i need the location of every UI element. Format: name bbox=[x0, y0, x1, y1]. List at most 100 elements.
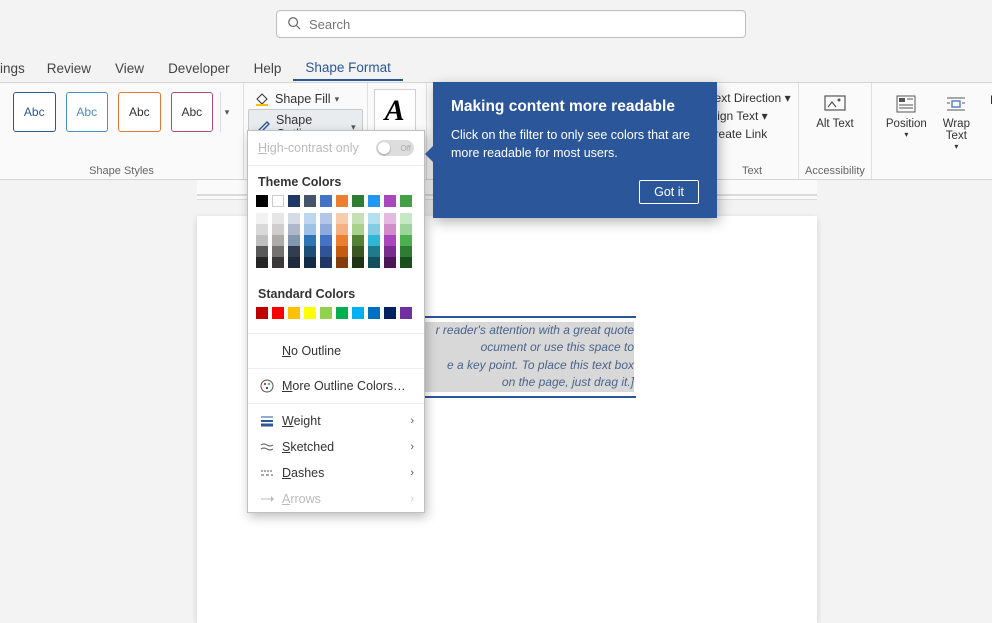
color-swatch[interactable] bbox=[400, 224, 412, 235]
color-swatch[interactable] bbox=[256, 213, 268, 224]
color-swatch[interactable] bbox=[384, 224, 396, 235]
color-swatch[interactable] bbox=[304, 235, 316, 246]
color-swatch[interactable] bbox=[304, 213, 316, 224]
dashes-item[interactable]: Dashes › bbox=[248, 460, 424, 486]
color-swatch[interactable] bbox=[320, 257, 332, 268]
color-swatch[interactable] bbox=[384, 257, 396, 268]
tab-help[interactable]: Help bbox=[242, 57, 294, 80]
color-swatch[interactable] bbox=[272, 307, 284, 319]
wordart-style[interactable]: A bbox=[374, 89, 416, 133]
color-swatch[interactable] bbox=[368, 246, 380, 257]
color-swatch[interactable] bbox=[384, 307, 396, 319]
weight-item[interactable]: Weight › bbox=[248, 408, 424, 434]
color-swatch[interactable] bbox=[336, 257, 348, 268]
tab-cut[interactable]: ings bbox=[0, 57, 35, 80]
tab-review[interactable]: Review bbox=[35, 57, 103, 80]
shape-style-4[interactable]: Abc bbox=[171, 92, 214, 132]
color-swatch[interactable] bbox=[256, 224, 268, 235]
color-swatch[interactable] bbox=[336, 213, 348, 224]
color-swatch[interactable] bbox=[336, 195, 348, 207]
color-swatch[interactable] bbox=[272, 195, 284, 207]
color-swatch[interactable] bbox=[320, 307, 332, 319]
textbox-quote[interactable]: r reader's attention with a great quote … bbox=[418, 316, 636, 398]
color-swatch[interactable] bbox=[320, 213, 332, 224]
color-swatch[interactable] bbox=[400, 257, 412, 268]
shape-styles-more[interactable]: ▾ bbox=[220, 92, 233, 132]
color-swatch[interactable] bbox=[400, 235, 412, 246]
color-swatch[interactable] bbox=[288, 213, 300, 224]
tab-view[interactable]: View bbox=[103, 57, 156, 80]
tab-developer[interactable]: Developer bbox=[156, 57, 242, 80]
high-contrast-toggle[interactable]: Off bbox=[376, 140, 414, 156]
color-swatch[interactable] bbox=[368, 195, 380, 207]
color-swatch[interactable] bbox=[320, 195, 332, 207]
color-swatch[interactable] bbox=[352, 246, 364, 257]
color-swatch[interactable] bbox=[288, 224, 300, 235]
color-swatch[interactable] bbox=[400, 307, 412, 319]
color-swatch[interactable] bbox=[272, 224, 284, 235]
color-swatch[interactable] bbox=[288, 246, 300, 257]
sketched-item[interactable]: Sketched › bbox=[248, 434, 424, 460]
shape-style-3[interactable]: Abc bbox=[118, 92, 161, 132]
shape-style-2[interactable]: Abc bbox=[66, 92, 109, 132]
shape-style-1[interactable]: Abc bbox=[13, 92, 56, 132]
no-outline-item[interactable]: No Outline bbox=[248, 338, 424, 364]
search-input[interactable] bbox=[309, 17, 735, 32]
color-swatch[interactable] bbox=[288, 195, 300, 207]
color-swatch[interactable] bbox=[400, 213, 412, 224]
color-swatch[interactable] bbox=[384, 213, 396, 224]
color-swatch[interactable] bbox=[256, 195, 268, 207]
color-swatch[interactable] bbox=[352, 257, 364, 268]
color-swatch[interactable] bbox=[256, 235, 268, 246]
color-swatch[interactable] bbox=[400, 195, 412, 207]
color-swatch[interactable] bbox=[320, 246, 332, 257]
color-swatch[interactable] bbox=[368, 224, 380, 235]
color-swatch[interactable] bbox=[368, 307, 380, 319]
color-swatch[interactable] bbox=[272, 235, 284, 246]
color-swatch[interactable] bbox=[320, 224, 332, 235]
wrap-text-button[interactable]: Wrap Text ▾ bbox=[932, 89, 980, 155]
color-swatch[interactable] bbox=[288, 235, 300, 246]
position-button[interactable]: Position ▾ bbox=[880, 89, 932, 143]
color-swatch[interactable] bbox=[336, 235, 348, 246]
color-swatch[interactable] bbox=[368, 257, 380, 268]
color-swatch[interactable] bbox=[400, 246, 412, 257]
color-swatch[interactable] bbox=[368, 235, 380, 246]
color-swatch[interactable] bbox=[352, 307, 364, 319]
shape-fill-button[interactable]: Shape Fill ▾ bbox=[248, 89, 345, 109]
color-swatch[interactable] bbox=[384, 235, 396, 246]
search-bar[interactable] bbox=[276, 10, 746, 38]
color-swatch[interactable] bbox=[304, 195, 316, 207]
tab-shape-format[interactable]: Shape Format bbox=[293, 56, 403, 81]
color-swatch[interactable] bbox=[336, 307, 348, 319]
color-swatch[interactable] bbox=[336, 246, 348, 257]
color-swatch[interactable] bbox=[304, 257, 316, 268]
color-swatch[interactable] bbox=[256, 246, 268, 257]
color-swatch[interactable] bbox=[288, 307, 300, 319]
color-swatch[interactable] bbox=[336, 224, 348, 235]
text-direction-button[interactable]: ext Direction ▾ bbox=[711, 89, 795, 107]
color-swatch[interactable] bbox=[256, 307, 268, 319]
color-swatch[interactable] bbox=[352, 213, 364, 224]
color-swatch[interactable] bbox=[272, 257, 284, 268]
color-swatch[interactable] bbox=[320, 235, 332, 246]
color-swatch[interactable] bbox=[384, 246, 396, 257]
color-swatch[interactable] bbox=[352, 195, 364, 207]
color-swatch[interactable] bbox=[272, 213, 284, 224]
more-colors-item[interactable]: More Outline Colors… bbox=[248, 373, 424, 399]
color-swatch[interactable] bbox=[272, 246, 284, 257]
got-it-button[interactable]: Got it bbox=[639, 180, 699, 204]
high-contrast-row[interactable]: High-contrast only Off bbox=[248, 131, 424, 166]
color-swatch[interactable] bbox=[304, 307, 316, 319]
color-swatch[interactable] bbox=[256, 257, 268, 268]
create-link-button[interactable]: reate Link bbox=[711, 125, 772, 143]
color-swatch[interactable] bbox=[304, 246, 316, 257]
color-swatch[interactable] bbox=[352, 235, 364, 246]
color-swatch[interactable] bbox=[368, 213, 380, 224]
align-text-button[interactable]: lign Text ▾ bbox=[711, 107, 772, 125]
alt-text-button[interactable]: Alt Text bbox=[807, 89, 863, 134]
color-swatch[interactable] bbox=[352, 224, 364, 235]
color-swatch[interactable] bbox=[384, 195, 396, 207]
color-swatch[interactable] bbox=[288, 257, 300, 268]
color-swatch[interactable] bbox=[304, 224, 316, 235]
